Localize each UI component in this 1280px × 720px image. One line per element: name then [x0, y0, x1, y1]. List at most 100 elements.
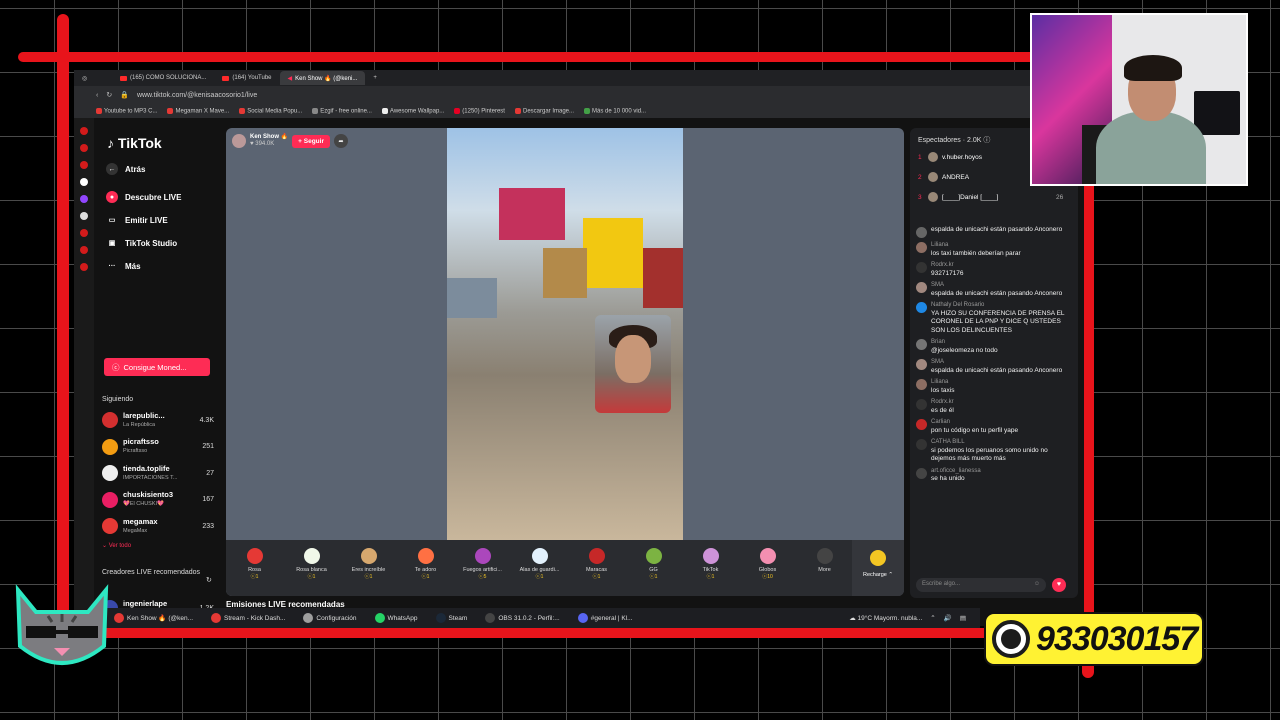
avatar [916, 379, 927, 390]
gift-item[interactable]: More [796, 548, 853, 596]
nav-discover-live[interactable]: ● Descubre LIVE [106, 191, 181, 203]
chat-username: Rodrx.kr [931, 262, 954, 268]
opera-sidebar [74, 118, 94, 610]
x-icon[interactable] [80, 212, 88, 220]
tiktok-app-icon[interactable] [80, 178, 88, 186]
bookmark-item[interactable]: (1250) Pinterest [454, 107, 505, 114]
volume-icon[interactable]: 🔊 [944, 614, 952, 622]
live-video[interactable] [447, 128, 683, 540]
host-name[interactable]: Ken Show 🔥 [250, 134, 288, 140]
chat-message[interactable]: Rodrx.kr 932717176 [916, 261, 1074, 278]
chat-message[interactable]: art.oficce_lianessa se ha unido [916, 467, 1074, 484]
taskbar-app[interactable]: #general | Kl... [572, 613, 639, 623]
tab-youtube-2[interactable]: (164) YouTube [214, 71, 279, 85]
like-heart-button[interactable]: ♥ [1052, 578, 1066, 592]
gift-item[interactable]: Te adoro ⓒ1 [397, 548, 454, 596]
phone-number: 933030157 [1036, 619, 1198, 658]
following-item[interactable]: picraftsso Picraftsso 251 [102, 437, 214, 457]
see-all-link[interactable]: ⌄ Ver todo [102, 542, 131, 549]
building-image [583, 218, 643, 288]
chevron-up-icon[interactable]: ⌃ [930, 614, 935, 622]
gift-item[interactable]: Fuegos artifici... ⓒ5 [454, 548, 511, 596]
gift-item[interactable]: Alas de guardi... ⓒ1 [511, 548, 568, 596]
following-item[interactable]: tienda.toplife IMPORTACIONES T... 27 [102, 463, 214, 483]
chat-input[interactable]: Escribe algo... ☺ [916, 578, 1046, 592]
taskbar-app[interactable]: OBS 31.0.2 - Perfil:... [479, 613, 565, 623]
gift-item[interactable]: TikTok ⓒ1 [682, 548, 739, 596]
viewers-header[interactable]: Espectadores · 2.0K ⓘ [918, 135, 990, 145]
chat-message[interactable]: CATHA BILL si podemos los peruanos somo u… [916, 438, 1074, 464]
chat-message[interactable]: Liliana los taxi también deberían parar [916, 241, 1074, 258]
sidebar-app-icon[interactable] [80, 144, 88, 152]
bookmark-item[interactable]: Awesome Wallpap... [381, 107, 444, 114]
gift-item[interactable]: Rosa blanca ⓒ1 [283, 548, 340, 596]
address-bar: ‹ ↻ 🔒 www.tiktok.com/@kenisaacosorio1/li… [74, 86, 1084, 104]
url-field[interactable]: www.tiktok.com/@kenisaacosorio1/live [137, 92, 257, 99]
chat-message[interactable]: SMA espalda de unicachi están pasando Anc… [916, 358, 1074, 375]
back-link[interactable]: ← Atrás [106, 163, 145, 175]
taskbar-app[interactable]: Stream - Kick Dash... [205, 613, 291, 623]
weather-widget[interactable]: ☁ 19°C Mayorm. nubla... [849, 614, 922, 622]
taskbar-app[interactable]: Steam [430, 613, 474, 623]
bookmark-item[interactable]: Descargar Image... [514, 107, 574, 114]
tab-tiktok-live[interactable]: ◀ Ken Show 🔥 (@keni... [279, 71, 366, 85]
sidebar-app-icon[interactable] [80, 246, 88, 254]
guest-camera[interactable] [595, 315, 671, 413]
app-icon [485, 613, 496, 623]
refresh-icon[interactable]: ↻ [206, 576, 212, 584]
host-avatar[interactable] [232, 134, 246, 148]
nav-go-live[interactable]: ▭ Emitir LIVE [106, 214, 168, 226]
taskbar-app[interactable]: WhatsApp [369, 613, 424, 623]
chat-message[interactable]: Brian @joseleomeza no todo [916, 338, 1074, 355]
get-coins-button[interactable]: ⓒ Consigue Moned... [104, 358, 210, 376]
monitor-image [1194, 91, 1240, 135]
opera-menu-icon[interactable]: ◎ [74, 71, 112, 85]
follow-button[interactable]: + Seguir [292, 134, 330, 148]
emoji-icon[interactable]: ☺ [1034, 581, 1040, 587]
chat-message[interactable]: SMA espalda de unicachi están pasando Anc… [916, 281, 1074, 298]
bookmark-item[interactable]: Social Media Popu... [239, 107, 302, 114]
chat-message[interactable]: espalda de unicachi están pasando Ancone… [916, 226, 1074, 238]
chat-message[interactable]: Carlian pon tu código en tu perfil yape [916, 418, 1074, 435]
browser-window: ◎ (165) COMO SOLUCIONA... (164) YouTube … [74, 70, 1084, 626]
following-item[interactable]: chuskisiento3 💖El CHUSKI💖 167 [102, 490, 214, 510]
twitch-icon[interactable] [80, 195, 88, 203]
gift-item[interactable]: GG ⓒ1 [625, 548, 682, 596]
bookmark-item[interactable]: Ezgif - free online... [312, 107, 372, 114]
following-item[interactable]: larepublic... La República 4.3K [102, 410, 214, 430]
nav-tiktok-studio[interactable]: ▣ TikTok Studio [106, 237, 177, 249]
share-icon[interactable]: ➦ [333, 134, 348, 148]
sidebar-app-icon[interactable] [80, 263, 88, 271]
reload-icon[interactable]: ↻ [106, 91, 112, 99]
bookmark-item[interactable]: Youtube to MP3 C... [96, 107, 157, 114]
network-icon[interactable]: ▤ [960, 614, 966, 622]
bookmark-item[interactable]: Más de 10 000 vid... [584, 107, 646, 114]
taskbar-apps: Ken Show 🔥 (@ken... Stream - Kick Dash...… [108, 613, 639, 623]
tab-youtube-1[interactable]: (165) COMO SOLUCIONA... [112, 71, 214, 85]
back-icon[interactable]: ‹ [96, 92, 98, 99]
gift-item[interactable]: Globos ⓒ10 [739, 548, 796, 596]
following-item[interactable]: megamax MegaMax 233 [102, 516, 214, 536]
taskbar-app[interactable]: Configuración [297, 613, 362, 623]
chat-message[interactable]: Rodrx.kr es de él [916, 398, 1074, 415]
gift-item[interactable]: Eres increíble ⓒ1 [340, 548, 397, 596]
gift-item[interactable]: Maracas ⓒ1 [568, 548, 625, 596]
chat-message[interactable]: Liliana los taxis [916, 378, 1074, 395]
bookmark-icon [514, 107, 521, 114]
nav-more[interactable]: ··· Más [106, 260, 141, 272]
taskbar-app[interactable]: Ken Show 🔥 (@ken... [108, 613, 199, 623]
tiktok-logo[interactable]: ♪ TikTok [107, 135, 162, 151]
viewer-count: 233 [202, 522, 214, 530]
creator-name: tienda.toplife IMPORTACIONES T... [123, 463, 178, 481]
sidebar-app-icon[interactable] [80, 229, 88, 237]
gift-icon [246, 548, 263, 564]
chat-message[interactable]: Nathaly Del Rosario YA HIZO SU CONFERENCI… [916, 301, 1074, 335]
top-viewer[interactable]: 3 [____]Daniel [____] 26 [918, 192, 1063, 202]
bookmark-item[interactable]: Megaman X Mave... [167, 107, 229, 114]
recharge-button[interactable]: Recharge ⌃ [852, 540, 904, 596]
sidebar-app-icon[interactable] [80, 161, 88, 169]
gift-item[interactable]: Rosa ⓒ1 [226, 548, 283, 596]
sidebar-app-icon[interactable] [80, 127, 88, 135]
avatar [928, 192, 938, 202]
new-tab-button[interactable]: + [365, 71, 385, 85]
